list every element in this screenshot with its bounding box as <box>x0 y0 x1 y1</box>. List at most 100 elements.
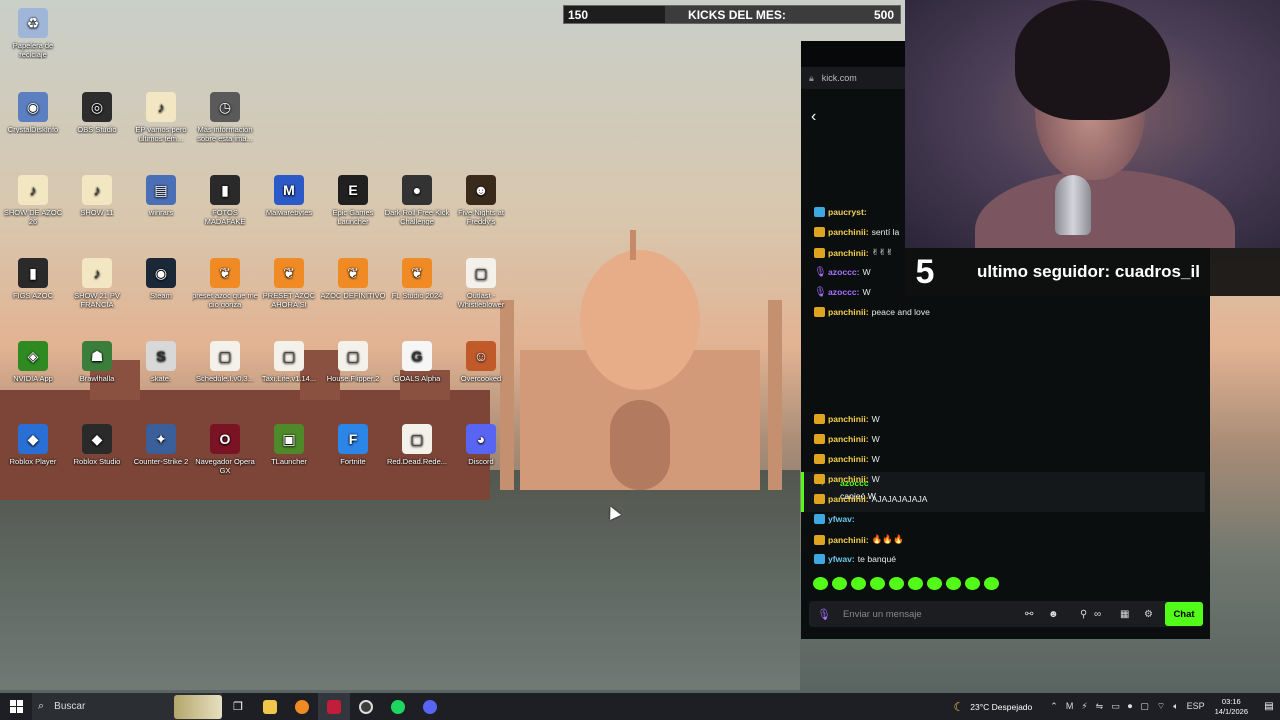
emote-icon[interactable] <box>946 577 961 590</box>
chevron-left-icon[interactable]: ‹ <box>811 108 816 126</box>
desktop-icon[interactable]: ♪ SHOW 11 <box>64 175 130 217</box>
chat-username[interactable]: paucryst <box>828 207 864 217</box>
desktop-icon[interactable]: ● Dark Roll Free Kick Challenge <box>384 175 450 226</box>
notifications-icon[interactable]: ▤ <box>1258 701 1280 712</box>
emoji-icon[interactable]: ☻ <box>1048 609 1059 620</box>
chat-username[interactable]: panchinii <box>828 248 866 258</box>
microphone-icon[interactable]: 🎙︎ <box>817 608 831 621</box>
emote-icon[interactable] <box>832 577 847 590</box>
desktop-icon[interactable]: ▤ winrars <box>128 175 194 217</box>
chat-username[interactable]: panchinii <box>828 474 866 484</box>
desktop-icon[interactable]: ◆ Roblox Player <box>0 424 66 466</box>
chat-username[interactable]: yfwav <box>828 514 852 524</box>
translate-icon[interactable]: ⚯ <box>1025 609 1033 620</box>
desktop-icon[interactable]: ◉ CrystalDiskInfo <box>0 92 66 134</box>
desktop-icon[interactable]: ◆ Roblox Studio <box>64 424 130 466</box>
chat-username[interactable]: panchinii <box>828 307 866 317</box>
desktop-icon[interactable]: ▣ TLauncher <box>256 424 322 466</box>
task-view-button[interactable]: ❐ <box>222 693 254 720</box>
desktop-icon[interactable]: ▢ House.Flipper.2 <box>320 341 386 383</box>
emote-icon[interactable] <box>813 577 828 590</box>
desktop-icon[interactable]: ☗ Brawlhalla <box>64 341 130 383</box>
chat-username[interactable]: panchinii <box>828 227 866 237</box>
chat-username[interactable]: yfwav <box>828 554 852 564</box>
desktop-icon-label: AZOC DEFINITIVO <box>320 291 386 300</box>
chat-username[interactable]: panchinii <box>828 434 866 444</box>
desktop-icon[interactable]: ♪ EP vamos pero ultimos tem... <box>128 92 194 143</box>
desktop-icon[interactable]: ▮ FOTOS MADAFAKE <box>192 175 258 226</box>
desktop-icon[interactable]: ▢ Taxi.Life.v1.14... <box>256 341 322 383</box>
crown-badge-icon <box>814 454 825 464</box>
desktop-icon[interactable]: ▮ FIGS AZOC <box>0 258 66 300</box>
desktop-icon[interactable]: ☺ Overcooked <box>448 341 514 383</box>
desktop-icon-label: FIGS AZOC <box>12 291 53 300</box>
emote-icon[interactable] <box>870 577 885 590</box>
desktop-icon[interactable]: M Malwarebytes <box>256 175 322 217</box>
desktop-icon[interactable]: ♪ SHOW DE AZOC 26 <box>0 175 66 226</box>
desktop-icon[interactable]: G GOALS Alpha <box>384 341 450 383</box>
desktop-icon[interactable]: ❦ PRESET AZOC AHORA SI <box>256 258 322 309</box>
gift-icon[interactable]: ▦ <box>1120 609 1129 620</box>
taskbar-obs[interactable] <box>350 693 382 720</box>
emote-icon[interactable] <box>984 577 999 590</box>
bluetooth-icon[interactable]: ⚡ <box>1081 701 1087 712</box>
weather-widget[interactable]: ☾ 23°C Despejado <box>954 700 1033 714</box>
mic-tray-icon[interactable]: ⏺ <box>1128 701 1133 712</box>
link-icon[interactable]: ∞ <box>1094 609 1101 620</box>
chat-username[interactable]: panchinii <box>828 494 866 504</box>
desktop-icon[interactable]: ❦ preset azoc que me dio gonza <box>192 258 258 309</box>
desktop-icon[interactable]: ◈ NVIDIA App <box>0 341 66 383</box>
webcam-overlay <box>905 0 1280 248</box>
chat-username[interactable]: azoccc <box>828 267 857 277</box>
desktop-icon[interactable]: ❦ AZOC DEFINITIVO <box>320 258 386 300</box>
chat-username[interactable]: azoccc <box>828 287 857 297</box>
desktop-icon[interactable]: ▢ Red.Dead.Rede... <box>384 424 450 466</box>
desktop-icon[interactable]: ◎ OBS Studio <box>64 92 130 134</box>
gear-icon[interactable]: ⚙ <box>1144 609 1153 620</box>
taskbar-explorer[interactable] <box>254 693 286 720</box>
taskbar-fl-studio[interactable] <box>286 693 318 720</box>
emote-icon[interactable] <box>965 577 980 590</box>
display-icon[interactable]: ▢ <box>1140 701 1149 712</box>
chat-message: panchinii: W <box>814 454 880 464</box>
taskbar-opera-gx[interactable] <box>318 693 350 720</box>
desktop-icon[interactable]: ☻ Five Nights at Freddy's <box>448 175 514 226</box>
malwarebytes-tray-icon[interactable]: M <box>1066 701 1074 712</box>
emote-icon[interactable] <box>927 577 942 590</box>
desktop-icon-label: Schedule.I.v0.3... <box>196 374 254 383</box>
network-icon[interactable]: ⌔ <box>1157 701 1165 712</box>
emote-icon[interactable] <box>889 577 904 590</box>
taskbar-spotify[interactable] <box>382 693 414 720</box>
desktop-icon[interactable]: ◉ Steam <box>128 258 194 300</box>
chevron-up-icon[interactable]: ⌃ <box>1050 701 1058 712</box>
clock[interactable]: 03:16 14/1/2026 <box>1215 697 1248 717</box>
desktop-icon[interactable]: ❦ FL Studio 2024 <box>384 258 450 300</box>
desktop-icon[interactable]: ♪ SHOW 21 PV FRANCIA <box>64 258 130 309</box>
desktop-icon[interactable]: E Epic Games Launcher <box>320 175 386 226</box>
emote-icon[interactable] <box>908 577 923 590</box>
usb-icon[interactable]: ⇋ <box>1096 701 1104 712</box>
desktop-icon[interactable]: ▢ Outlast - Whistleblower <box>448 258 514 309</box>
start-button[interactable] <box>0 693 32 720</box>
desktop-icon[interactable]: F Fortnite <box>320 424 386 466</box>
desktop-icon[interactable]: ♻ Papelera de reciclaje <box>0 8 66 59</box>
desktop-icon[interactable]: ◕ Discord <box>448 424 514 466</box>
desktop-icon[interactable]: ✦ Counter-Strike 2 <box>128 424 194 466</box>
desktop-icon[interactable]: ◷ Más información sobre esta ima... <box>192 92 258 143</box>
chat-text: W <box>871 454 880 464</box>
desktop-icon[interactable]: Sskate. <box>128 341 194 383</box>
taskbar-search[interactable]: ⌕ Buscar <box>32 693 222 720</box>
pin-icon[interactable]: ⚲ <box>1080 609 1087 620</box>
language-indicator[interactable]: ESP <box>1187 701 1205 712</box>
desktop-icon[interactable]: ▢ Schedule.I.v0.3... <box>192 341 258 383</box>
taskbar-discord[interactable] <box>414 693 446 720</box>
battery-icon[interactable]: ▭ <box>1111 701 1120 712</box>
chat-username[interactable]: panchinii <box>828 454 866 464</box>
chat-username[interactable]: panchinii <box>828 535 866 545</box>
volume-icon[interactable]: 🔈︎ <box>1173 701 1178 712</box>
emote-icon[interactable] <box>851 577 866 590</box>
chat-username[interactable]: panchinii <box>828 414 866 424</box>
chat-send-button[interactable]: Chat <box>1165 602 1203 626</box>
crown-badge-icon <box>814 474 825 484</box>
desktop-icon[interactable]: O Navegador Opera GX <box>192 424 258 475</box>
